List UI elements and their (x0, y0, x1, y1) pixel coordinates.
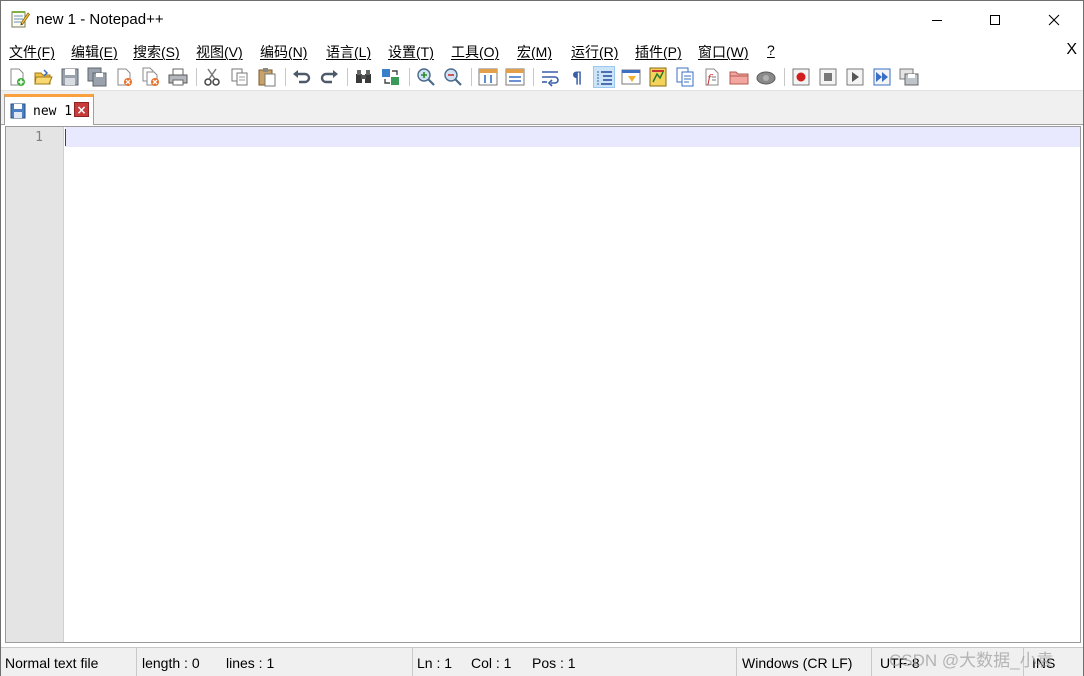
menu-file[interactable]: 文件(F) (9, 42, 55, 62)
save-icon[interactable] (59, 66, 81, 88)
toolbar: ¶ f (1, 63, 1083, 91)
copy-icon[interactable] (229, 66, 251, 88)
minimize-icon (932, 20, 942, 21)
status-length: length : 0 (142, 655, 200, 671)
menu-run[interactable]: 运行(R) (571, 42, 618, 62)
tab-close-button[interactable]: × (74, 102, 89, 117)
line-number: 1 (35, 130, 43, 145)
maximize-button[interactable] (972, 1, 1018, 39)
menu-settings[interactable]: 设置(T) (388, 42, 434, 62)
folder-as-workspace-icon[interactable] (728, 66, 750, 88)
menu-search[interactable]: 搜索(S) (133, 42, 180, 62)
notepad-app-icon[interactable] (10, 9, 31, 29)
status-ln: Ln : 1 (417, 655, 453, 671)
zoom-in-icon[interactable] (415, 66, 437, 88)
minimize-button[interactable] (914, 1, 960, 39)
status-file-type-section: Normal text file (1, 648, 137, 676)
run-macro-multiple-icon[interactable] (871, 66, 893, 88)
playback-macro-icon[interactable] (844, 66, 866, 88)
sync-horizontal-icon[interactable] (504, 66, 526, 88)
notepad-window: new 1 - Notepad++ 文件(F) 编辑(E) 搜索(S) 视图(V… (0, 0, 1084, 676)
cut-icon[interactable] (201, 66, 223, 88)
document-list-icon[interactable] (674, 66, 696, 88)
menu-bar: 文件(F) 编辑(E) 搜索(S) 视图(V) 编码(N) 语言(L) 设置(T… (1, 39, 1083, 63)
print-icon[interactable] (167, 66, 189, 88)
replace-icon[interactable] (380, 66, 402, 88)
menu-window[interactable]: 窗口(W) (698, 42, 749, 62)
status-position-section: Ln : 1 Col : 1 Pos : 1 (413, 648, 737, 676)
close-window-button[interactable] (1031, 1, 1077, 39)
user-defined-language-icon[interactable] (620, 66, 642, 88)
redo-icon[interactable] (318, 66, 340, 88)
menu-plugins[interactable]: 插件(P) (635, 42, 682, 62)
function-list-icon[interactable]: f (701, 66, 723, 88)
current-line-highlight (65, 127, 1080, 147)
paste-icon[interactable] (256, 66, 278, 88)
menu-help[interactable]: ? (767, 42, 775, 58)
menu-view[interactable]: 视图(V) (196, 42, 243, 62)
title-bar[interactable]: new 1 - Notepad++ (1, 1, 1083, 39)
show-all-characters-icon[interactable]: ¶ (566, 66, 588, 88)
tab-new-1[interactable]: new 1 × (4, 94, 94, 125)
status-eol-section[interactable]: Windows (CR LF) (737, 648, 872, 676)
tab-label: new 1 (33, 104, 73, 119)
close-document-button[interactable]: X (1066, 41, 1077, 59)
menu-encoding[interactable]: 编码(N) (260, 42, 307, 62)
editor-area[interactable]: 1 (5, 126, 1081, 643)
find-icon[interactable] (353, 66, 375, 88)
indent-guide-icon[interactable] (593, 66, 615, 88)
zoom-out-icon[interactable] (442, 66, 464, 88)
status-lines: lines : 1 (226, 655, 275, 671)
menu-edit[interactable]: 编辑(E) (71, 42, 118, 62)
close-icon (1048, 14, 1060, 26)
open-file-icon[interactable] (32, 66, 54, 88)
status-pos: Pos : 1 (532, 655, 576, 671)
watermark-text: CSDN @大数据_小袁 (889, 651, 1054, 670)
status-col: Col : 1 (471, 655, 512, 671)
close-all-icon[interactable] (140, 66, 162, 88)
new-file-icon[interactable] (6, 66, 28, 88)
save-macro-icon[interactable] (898, 66, 920, 88)
stop-recording-icon[interactable] (817, 66, 839, 88)
monitoring-icon[interactable] (755, 66, 777, 88)
menu-tools[interactable]: 工具(O) (451, 42, 499, 62)
record-macro-icon[interactable] (790, 66, 812, 88)
maximize-icon (990, 15, 1000, 25)
window-title: new 1 - Notepad++ (36, 11, 164, 28)
svg-text:¶: ¶ (572, 68, 582, 87)
status-length-section: length : 0 lines : 1 (137, 648, 413, 676)
menu-macro[interactable]: 宏(M) (517, 42, 552, 62)
word-wrap-icon[interactable] (539, 66, 561, 88)
close-icon[interactable] (113, 66, 135, 88)
status-file-type: Normal text file (5, 655, 99, 671)
line-number-gutter: 1 (6, 127, 64, 642)
text-caret (65, 129, 66, 146)
sync-vertical-icon[interactable] (477, 66, 499, 88)
tab-bar: new 1 × (1, 91, 1083, 125)
status-eol[interactable]: Windows (CR LF) (742, 655, 852, 671)
save-all-icon[interactable] (86, 66, 108, 88)
saved-file-icon (10, 103, 26, 119)
menu-language[interactable]: 语言(L) (326, 42, 371, 62)
undo-icon[interactable] (291, 66, 313, 88)
document-map-icon[interactable] (647, 66, 669, 88)
